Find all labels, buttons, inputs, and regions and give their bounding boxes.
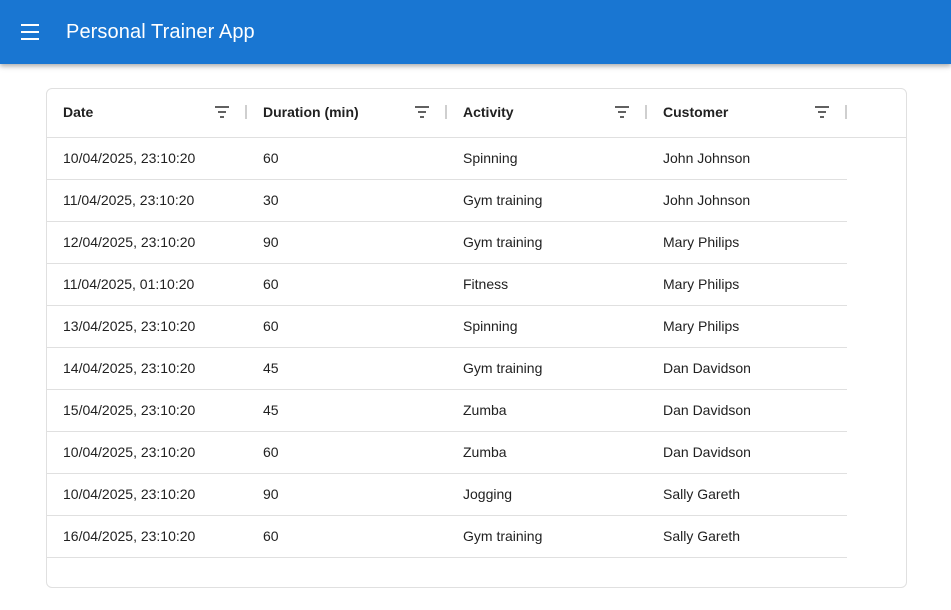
cell-customer[interactable]: Sally Gareth: [663, 516, 740, 557]
filter-icon[interactable]: [615, 106, 629, 118]
table-row[interactable]: 12/04/2025, 23:10:20 90 Gym training Mar…: [47, 222, 847, 264]
column-header-label: Duration (min): [263, 104, 359, 120]
cell-activity[interactable]: Gym training: [463, 180, 542, 221]
cell-customer[interactable]: Mary Philips: [663, 222, 739, 263]
table-row[interactable]: 11/04/2025, 23:10:20 30 Gym training Joh…: [47, 180, 847, 222]
cell-date[interactable]: 14/04/2025, 23:10:20: [63, 348, 195, 389]
cell-activity[interactable]: Gym training: [463, 348, 542, 389]
grid-header: Date Duration (min) Activity Customer: [47, 89, 906, 138]
cell-date[interactable]: 10/04/2025, 23:10:20: [63, 474, 195, 515]
hamburger-menu-icon[interactable]: [12, 14, 48, 50]
app-title: Personal Trainer App: [66, 21, 255, 43]
cell-date[interactable]: 10/04/2025, 23:10:20: [63, 432, 195, 473]
filter-icon[interactable]: [415, 106, 429, 118]
table-row[interactable]: 11/04/2025, 01:10:20 60 Fitness Mary Phi…: [47, 264, 847, 306]
cell-customer[interactable]: Dan Davidson: [663, 348, 751, 389]
cell-customer[interactable]: John Johnson: [663, 180, 750, 221]
cell-date[interactable]: 16/04/2025, 23:10:20: [63, 516, 195, 557]
table-row[interactable]: 16/04/2025, 23:10:20 60 Gym training Sal…: [47, 516, 847, 558]
cell-customer[interactable]: Dan Davidson: [663, 390, 751, 431]
cell-activity[interactable]: Spinning: [463, 306, 518, 347]
cell-activity[interactable]: Gym training: [463, 222, 542, 263]
cell-date[interactable]: 10/04/2025, 23:10:20: [63, 138, 195, 179]
app-bar: Personal Trainer App: [0, 0, 951, 64]
cell-activity[interactable]: Spinning: [463, 138, 518, 179]
cell-duration[interactable]: 90: [263, 222, 279, 263]
cell-date[interactable]: 13/04/2025, 23:10:20: [63, 306, 195, 347]
cell-duration[interactable]: 45: [263, 390, 279, 431]
column-header-label: Customer: [663, 104, 729, 120]
cell-duration[interactable]: 60: [263, 516, 279, 557]
cell-customer[interactable]: Dan Davidson: [663, 432, 751, 473]
cell-duration[interactable]: 60: [263, 138, 279, 179]
cell-duration[interactable]: 30: [263, 180, 279, 221]
column-header-date[interactable]: Date: [47, 89, 247, 137]
filter-icon[interactable]: [215, 106, 229, 118]
column-header-label: Activity: [463, 104, 514, 120]
cell-date[interactable]: 11/04/2025, 01:10:20: [63, 264, 194, 305]
trainings-data-grid: Date Duration (min) Activity Customer 10…: [46, 88, 907, 588]
column-separator[interactable]: [845, 105, 847, 119]
cell-activity[interactable]: Zumba: [463, 432, 507, 473]
table-row[interactable]: 15/04/2025, 23:10:20 45 Zumba Dan Davids…: [47, 390, 847, 432]
grid-body: 10/04/2025, 23:10:20 60 Spinning John Jo…: [47, 138, 847, 558]
cell-date[interactable]: 12/04/2025, 23:10:20: [63, 222, 195, 263]
table-row[interactable]: 10/04/2025, 23:10:20 90 Jogging Sally Ga…: [47, 474, 847, 516]
cell-duration[interactable]: 45: [263, 348, 279, 389]
column-header-label: Date: [63, 104, 94, 120]
table-row[interactable]: 14/04/2025, 23:10:20 45 Gym training Dan…: [47, 348, 847, 390]
table-row[interactable]: 10/04/2025, 23:10:20 60 Zumba Dan Davids…: [47, 432, 847, 474]
cell-date[interactable]: 11/04/2025, 23:10:20: [63, 180, 194, 221]
cell-date[interactable]: 15/04/2025, 23:10:20: [63, 390, 195, 431]
cell-customer[interactable]: Mary Philips: [663, 264, 739, 305]
cell-activity[interactable]: Zumba: [463, 390, 507, 431]
cell-duration[interactable]: 60: [263, 264, 279, 305]
cell-customer[interactable]: John Johnson: [663, 138, 750, 179]
cell-customer[interactable]: Mary Philips: [663, 306, 739, 347]
column-header-duration[interactable]: Duration (min): [247, 89, 447, 137]
cell-duration[interactable]: 90: [263, 474, 279, 515]
cell-activity[interactable]: Jogging: [463, 474, 512, 515]
cell-activity[interactable]: Fitness: [463, 264, 508, 305]
table-row[interactable]: 10/04/2025, 23:10:20 60 Spinning John Jo…: [47, 138, 847, 180]
table-row[interactable]: 13/04/2025, 23:10:20 60 Spinning Mary Ph…: [47, 306, 847, 348]
cell-duration[interactable]: 60: [263, 306, 279, 347]
filter-icon[interactable]: [815, 106, 829, 118]
cell-activity[interactable]: Gym training: [463, 516, 542, 557]
column-header-customer[interactable]: Customer: [647, 89, 847, 137]
column-header-activity[interactable]: Activity: [447, 89, 647, 137]
cell-duration[interactable]: 60: [263, 432, 279, 473]
cell-customer[interactable]: Sally Gareth: [663, 474, 740, 515]
